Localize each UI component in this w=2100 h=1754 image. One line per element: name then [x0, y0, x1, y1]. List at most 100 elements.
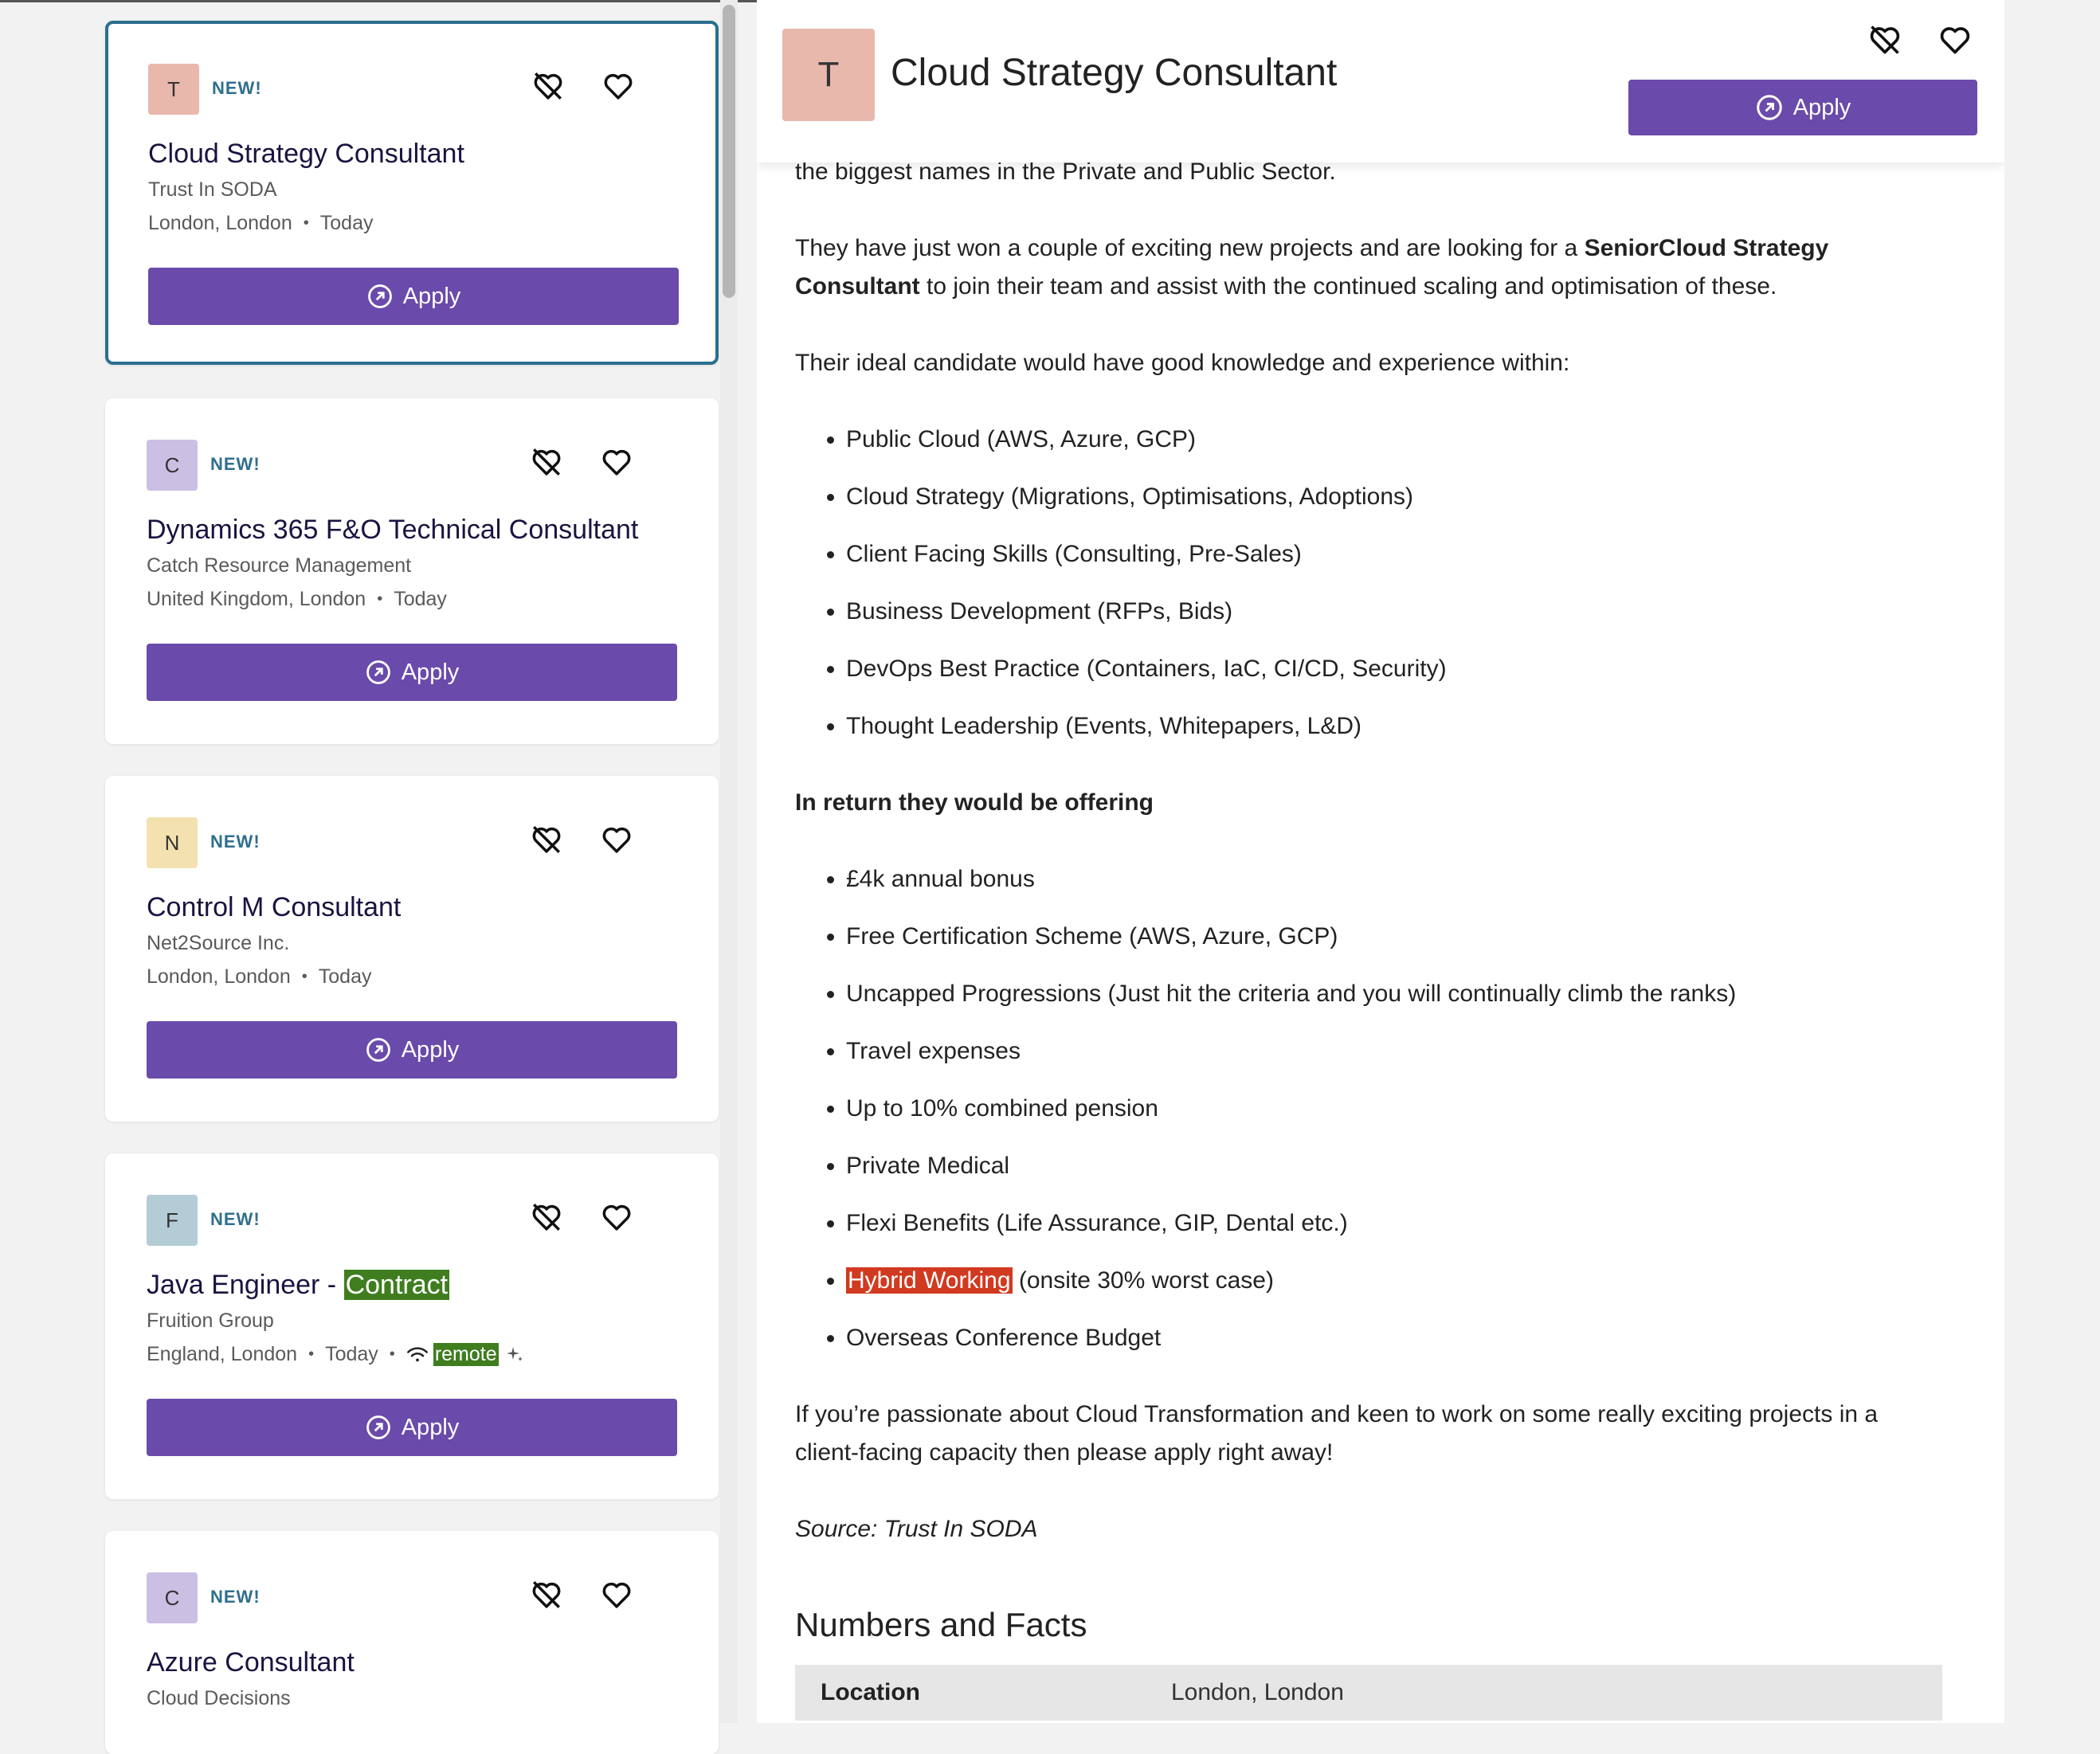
remote-tag: remote [433, 1343, 499, 1366]
right-gutter [2004, 0, 2100, 1723]
new-badge: NEW! [210, 454, 261, 474]
heart-icon[interactable] [597, 1198, 636, 1236]
company-name: Catch Resource Management [147, 554, 412, 577]
avatar-initial: F [166, 1208, 178, 1232]
company-name: Fruition Group [147, 1310, 274, 1332]
company-avatar: C [147, 1572, 198, 1623]
job-title[interactable]: Cloud Strategy Consultant [148, 139, 464, 170]
hybrid-highlight: Hybrid Working [846, 1267, 1013, 1294]
avatar-initial: T [817, 55, 840, 94]
skill-item: Public Cloud (AWS, Azure, GCP) [846, 421, 1942, 459]
facts-value: London, London [1171, 1679, 1344, 1705]
detail-apply-button[interactable]: Apply [1628, 80, 1977, 135]
skill-item: Client Facing Skills (Consulting, Pre-Sa… [846, 535, 1942, 574]
dislike-heart-icon[interactable] [527, 443, 566, 481]
list-scrollbar-thumb[interactable] [723, 5, 735, 298]
detail-job-title: Cloud Strategy Consultant [891, 52, 1338, 94]
heart-icon[interactable] [597, 1576, 636, 1614]
apply-label: Apply [401, 1036, 460, 1063]
benefit-item: Overseas Conference Budget [846, 1319, 1942, 1357]
new-badge: NEW! [210, 832, 261, 852]
benefit-item: Uncapped Progressions (Just hit the crit… [846, 975, 1942, 1013]
job-location: United Kingdom, London [147, 588, 366, 610]
apply-label: Apply [401, 1414, 460, 1440]
job-meta: London, London • Today [147, 965, 371, 989]
source-line: Source: Trust In SODA [795, 1516, 1038, 1542]
dislike-heart-icon[interactable] [527, 1576, 566, 1614]
company-avatar: N [147, 817, 198, 868]
heart-icon[interactable] [599, 67, 637, 105]
heart-icon[interactable] [597, 443, 636, 481]
job-card[interactable]: T NEW! Cloud Strategy Consultant Trust I… [105, 21, 719, 365]
dislike-heart-icon[interactable] [1864, 19, 1906, 61]
job-posted: Today [318, 965, 372, 988]
apply-button[interactable]: Apply [147, 644, 677, 701]
external-arrow-icon [366, 660, 390, 684]
heart-icon[interactable] [1934, 19, 1976, 61]
job-location: England, London [147, 1343, 298, 1365]
job-posted: Today [394, 588, 447, 610]
facts-row: Location London, London [795, 1665, 1942, 1721]
avatar-initial: C [164, 452, 180, 477]
skill-item: DevOps Best Practice (Containers, IaC, C… [846, 650, 1942, 688]
company-avatar: T [148, 64, 199, 115]
benefit-item: Hybrid Working (onsite 30% worst case) [846, 1262, 1942, 1300]
apply-label: Apply [402, 283, 461, 309]
facts-title: Numbers and Facts [795, 1606, 1087, 1643]
benefit-item: Up to 10% combined pension [846, 1090, 1942, 1128]
job-detail-panel: T Cloud Strategy Consultant Apply the bi… [757, 0, 2004, 1723]
apply-button[interactable]: Apply [147, 1021, 677, 1079]
benefit-item: £4k annual bonus [846, 860, 1942, 899]
external-arrow-icon [366, 1038, 390, 1062]
job-meta: United Kingdom, London • Today [147, 588, 447, 611]
apply-button[interactable]: Apply [148, 268, 679, 325]
new-badge: NEW! [210, 1209, 261, 1229]
hybrid-rest: (onsite 30% worst case) [1012, 1267, 1274, 1294]
wifi-icon [406, 1346, 428, 1361]
company-name: Net2Source Inc. [147, 932, 290, 954]
facts-key: Location [821, 1679, 920, 1705]
job-card[interactable]: N NEW! Control M Consultant Net2Source I… [105, 776, 719, 1122]
new-badge: NEW! [212, 78, 262, 98]
skills-intro: Their ideal candidate would have good kn… [795, 350, 1570, 376]
job-card[interactable]: C NEW! Azure Consultant Cloud Decisions [105, 1531, 719, 1754]
separator-dot: • [301, 968, 308, 985]
separator-dot: • [303, 214, 309, 232]
title-highlight: Contract [343, 1270, 450, 1300]
job-description: the biggest names in the Private and Pub… [795, 153, 1942, 1721]
company-name: Trust In SODA [148, 178, 277, 201]
job-location: London, London [148, 212, 292, 234]
skill-item: Cloud Strategy (Migrations, Optimisation… [846, 478, 1942, 516]
job-location: London, London [147, 965, 291, 988]
job-title[interactable]: Dynamics 365 F&O Technical Consultant [147, 515, 638, 546]
new-badge: NEW! [210, 1587, 261, 1607]
benefit-item: Private Medical [846, 1147, 1942, 1185]
job-posted: Today [319, 212, 374, 234]
job-card[interactable]: C NEW! Dynamics 365 F&O Technical Consul… [105, 398, 719, 744]
benefit-item: Flexi Benefits (Life Assurance, GIP, Den… [846, 1204, 1942, 1243]
external-arrow-icon [367, 284, 392, 308]
sparkle-icon [506, 1346, 523, 1361]
closing-paragraph: If you’re passionate about Cloud Transfo… [795, 1401, 1879, 1466]
dislike-heart-icon[interactable] [527, 1198, 566, 1236]
skill-item: Thought Leadership (Events, Whitepapers,… [846, 707, 1942, 746]
job-card[interactable]: F NEW! Java Engineer - Contract Fruition… [105, 1153, 719, 1499]
job-title[interactable]: Azure Consultant [147, 1647, 355, 1678]
job-title[interactable]: Control M Consultant [147, 892, 401, 923]
job-list: T NEW! Cloud Strategy Consultant Trust I… [0, 0, 725, 1754]
external-arrow-icon [1756, 95, 1782, 120]
description-paragraph: They have just won a couple of exciting … [795, 229, 1942, 306]
company-avatar: C [147, 440, 198, 491]
benefit-item: Free Certification Scheme (AWS, Azure, G… [846, 918, 1942, 956]
dislike-heart-icon[interactable] [529, 67, 567, 105]
dislike-heart-icon[interactable] [527, 820, 566, 859]
job-title[interactable]: Java Engineer - Contract [147, 1270, 450, 1301]
apply-button[interactable]: Apply [147, 1399, 677, 1456]
company-avatar: T [782, 29, 875, 121]
separator-dot: • [308, 1345, 315, 1363]
heart-icon[interactable] [597, 820, 636, 859]
detail-header: T Cloud Strategy Consultant Apply [757, 0, 2004, 162]
job-title-text: Java Engineer - [147, 1270, 344, 1300]
avatar-initial: T [167, 76, 180, 101]
benefit-item: Travel expenses [846, 1032, 1942, 1071]
